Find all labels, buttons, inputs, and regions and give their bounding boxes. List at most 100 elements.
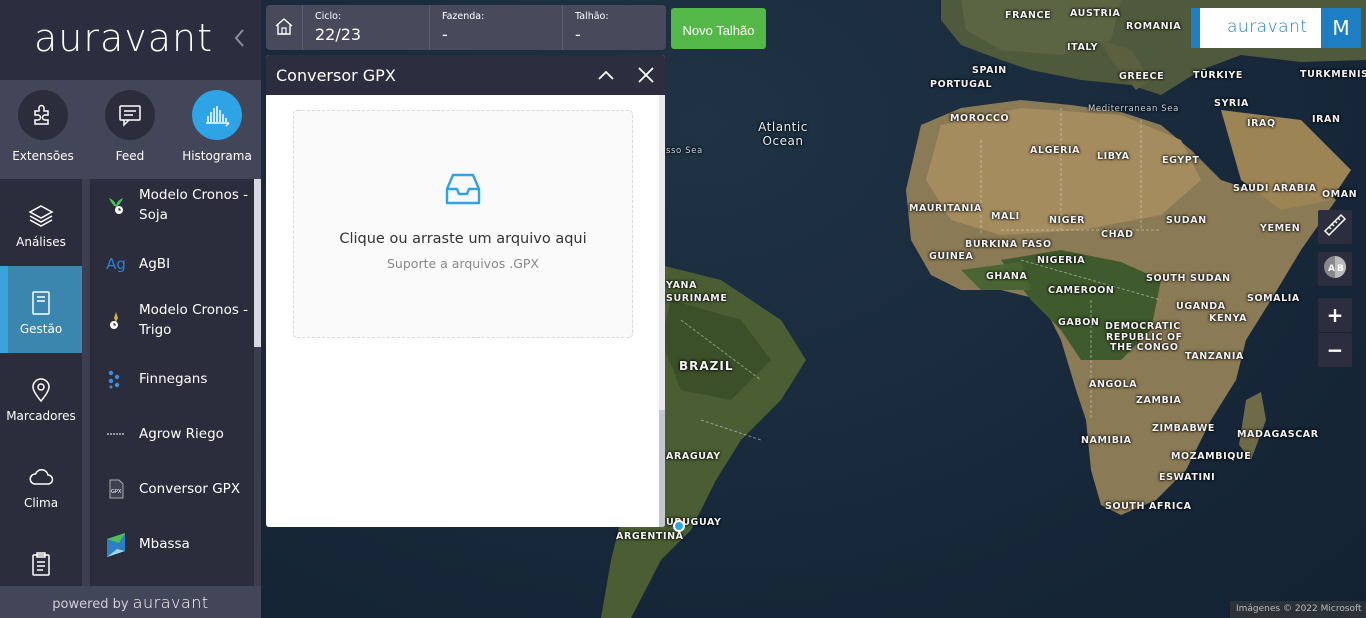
leftnav-label: Marcadores: [6, 409, 76, 423]
layers-icon: [0, 201, 82, 231]
ruler-icon: [1323, 213, 1347, 242]
panel-title: Conversor GPX: [276, 66, 396, 85]
gpx-file-icon: GPX: [105, 478, 127, 500]
extension-item[interactable]: Mbassa: [90, 533, 254, 557]
finnegans-icon: [105, 368, 127, 390]
leftnav-label: Gestão: [19, 322, 63, 336]
topnav-label: Histograma: [182, 149, 252, 163]
inbox-icon: [294, 169, 632, 213]
book-icon: [0, 288, 82, 318]
brand-box: auravant: [1191, 8, 1321, 48]
map-label: ARGENTINA: [616, 531, 684, 542]
map-label: SPAIN: [972, 65, 1007, 76]
map-label: CHAD: [1101, 229, 1134, 240]
new-field-button[interactable]: Novo Talhão: [671, 8, 766, 49]
leftnav-label: Análises: [16, 235, 66, 249]
map-label: SOMALIA: [1247, 293, 1300, 304]
measure-button[interactable]: [1318, 210, 1352, 244]
map-label: SOUTH SUDAN: [1146, 273, 1231, 284]
chevron-up-icon[interactable]: [596, 65, 616, 85]
ocean-label: Atlantic Ocean: [758, 120, 808, 148]
close-icon[interactable]: [636, 65, 656, 85]
field-value: 22/23: [315, 25, 362, 44]
cloud-icon: [0, 462, 82, 492]
svg-text:B: B: [1337, 264, 1344, 274]
location-marker[interactable]: [673, 520, 685, 532]
map-label: IRAQ: [1247, 118, 1276, 129]
map-label: NAMIBIA: [1081, 435, 1132, 446]
map-label: GREECE: [1119, 71, 1165, 82]
plot-selector[interactable]: Talhão: -: [563, 5, 666, 50]
map-label: MOROCCO: [950, 113, 1010, 124]
map-label: CAMEROON: [1048, 285, 1115, 296]
leftnav-item-clima[interactable]: Clima: [0, 440, 82, 527]
cycle-selector[interactable]: Ciclo: 22/23: [303, 5, 430, 50]
extension-item[interactable]: Ag AgBI: [90, 253, 254, 275]
logo-area: auravant: [0, 0, 261, 80]
compare-button[interactable]: AB: [1318, 252, 1352, 286]
map-label: SAUDI ARABIA: [1233, 183, 1317, 194]
puzzle-icon: [18, 90, 68, 140]
map-label: ALGERIA: [1030, 145, 1081, 156]
map-label: KENYA: [1209, 313, 1248, 324]
extension-label: Agrow Riego: [139, 426, 224, 442]
extension-label: AgBI: [139, 256, 171, 272]
map-label: SOUTH AFRICA: [1105, 501, 1192, 512]
home-button[interactable]: [266, 5, 303, 50]
map-label: GHANA: [986, 271, 1028, 282]
cronos-trigo-icon: [105, 309, 127, 331]
map-label: MALI: [991, 211, 1020, 222]
agbi-icon: Ag: [106, 255, 126, 273]
field-value: -: [442, 25, 448, 44]
farm-selector[interactable]: Fazenda: -: [430, 5, 563, 50]
scrollbar-thumb[interactable]: [254, 179, 261, 347]
compare-ab-icon: AB: [1322, 254, 1348, 285]
clipboard-icon: [0, 549, 82, 579]
extension-item[interactable]: Agrow Riego: [90, 423, 254, 445]
extension-label: Finnegans: [139, 371, 208, 387]
chevron-left-icon[interactable]: [233, 28, 245, 53]
leftnav-item-analises[interactable]: Análises: [0, 179, 82, 266]
zoom-out-button[interactable]: −: [1318, 333, 1352, 367]
extension-item[interactable]: Finnegans: [90, 368, 254, 390]
map-label: ZIMBABWE: [1152, 423, 1215, 434]
file-dropzone[interactable]: Clique ou arraste um arquivo aqui Suport…: [293, 110, 633, 338]
powered-by-footer: powered by auravant: [0, 586, 261, 618]
map-label: GUINEA: [929, 251, 974, 262]
user-avatar-button[interactable]: M: [1321, 8, 1361, 48]
map-label: SURINAME: [666, 293, 728, 304]
leftnav-item-gestao[interactable]: Gestão: [0, 266, 82, 353]
map-label: DEMOCRATIC: [1105, 321, 1181, 332]
extension-item[interactable]: GPX Conversor GPX: [90, 478, 254, 500]
left-navigation: Análises Gestão Marcadores Clima: [0, 179, 82, 586]
topnav-item-extensoes[interactable]: Extensões: [0, 90, 86, 163]
topnav-item-feed[interactable]: Feed: [87, 90, 173, 163]
map-label: EGYPT: [1162, 155, 1200, 166]
field-value: -: [575, 25, 581, 44]
leftnav-item-marcadores[interactable]: Marcadores: [0, 353, 82, 440]
extension-label: Modelo Cronos - Trigo: [139, 302, 249, 338]
powered-by-brand: auravant: [132, 593, 209, 612]
sea-label: sso Sea: [666, 146, 703, 156]
field-label: Talhão:: [575, 11, 609, 22]
map-label: ROMANIA: [1126, 21, 1182, 32]
panel-header: Conversor GPX: [266, 55, 665, 95]
map-label: ITALY: [1067, 42, 1099, 53]
zoom-in-button[interactable]: +: [1318, 298, 1352, 332]
extension-item[interactable]: Modelo Cronos - Trigo: [90, 300, 254, 340]
topnav-item-histograma[interactable]: Histograma: [174, 90, 260, 163]
panel-scrollbar-thumb[interactable]: [659, 410, 665, 527]
extension-item[interactable]: Modelo Cronos - Soja: [90, 185, 254, 225]
map-label: IRAN: [1312, 114, 1341, 125]
brand-logo: auravant: [1227, 17, 1308, 37]
map-label: THE CONGO: [1110, 342, 1179, 353]
home-icon: [274, 16, 294, 40]
map-label: YANA: [666, 280, 698, 291]
map-label: BURKINA FASO: [965, 239, 1052, 250]
extension-label: Mbassa: [139, 536, 190, 552]
dropzone-hint: Suporte a arquivos .GPX: [387, 256, 539, 271]
map-label: BRAZIL: [679, 359, 734, 373]
map-label: AUSTRIA: [1070, 8, 1121, 19]
svg-text:A: A: [1328, 264, 1335, 274]
histogram-icon: [192, 90, 242, 140]
